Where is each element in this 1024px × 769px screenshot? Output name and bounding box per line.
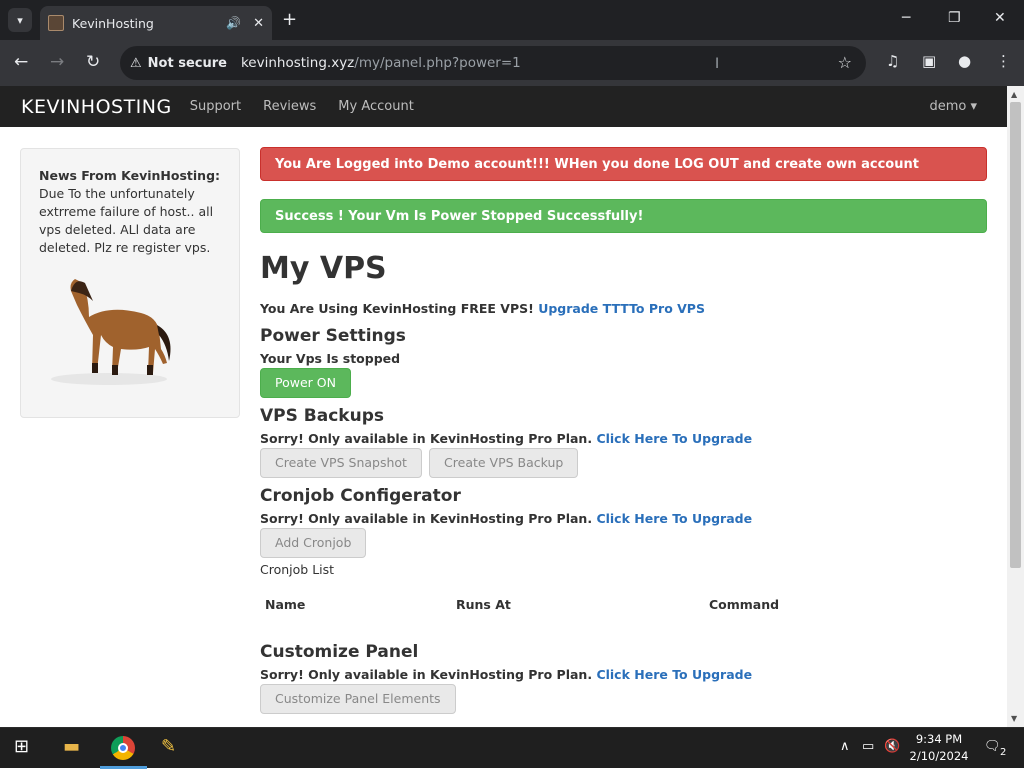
news-body: Due To the unfortunately extrreme failur… [39,186,214,255]
web-page: KEVINHOSTING Support Reviews My Account … [0,86,1007,727]
taskbar: ⊞ ▬ ✎ ∧ ▭ 🔇 9:34 PM 2/10/2024 🗨 2 [0,727,1024,769]
new-tab-icon[interactable]: + [282,9,297,30]
nav-reviews[interactable]: Reviews [263,99,316,114]
nav-my-account[interactable]: My Account [338,99,414,114]
cronjob-table: Name Runs At Command [260,589,987,620]
notification-count: 2 [1000,747,1007,758]
tray-overflow-icon[interactable]: ∧ [840,739,850,754]
warning-icon[interactable]: ⚠ [130,56,142,71]
success-alert: Success ! Your Vm Is Power Stopped Succe… [260,199,987,233]
customize-upgrade-notice: Sorry! Only available in KevinHosting Pr… [260,666,987,684]
sorry-text: Sorry! Only available in KevinHosting Pr… [260,431,593,446]
backups-upgrade-notice: Sorry! Only available in KevinHosting Pr… [260,430,987,448]
upgrade-link[interactable]: Click Here To Upgrade [596,431,752,446]
site-favicon-icon [48,15,64,31]
cron-upgrade-notice: Sorry! Only available in KevinHosting Pr… [260,510,987,528]
tab-title: KevinHosting [72,15,154,31]
news-panel: News From KevinHosting: Due To the unfor… [20,148,240,418]
address-bar[interactable]: ⚠ Not secure kevinhosting.xyz/my/panel.p… [120,46,866,80]
caret-down-icon: ▾ [970,99,977,114]
upgrade-link[interactable]: Click Here To Upgrade [596,511,752,526]
profile-icon[interactable]: ● [958,52,971,70]
text-cursor-icon: I [715,56,720,72]
url-text[interactable]: kevinhosting.xyz/my/panel.php?power=1 [241,55,521,71]
tab-search-button[interactable]: ▾ [8,8,32,32]
bookmark-star-icon[interactable]: ☆ [838,53,852,72]
forward-icon[interactable]: → [50,52,64,72]
media-controls-icon[interactable]: ♫ [886,52,899,70]
page-scrollbar[interactable]: ▲ ▼ [1007,86,1024,727]
user-dropdown[interactable]: demo ▾ [929,99,977,114]
side-panel-icon[interactable]: ▣ [922,52,936,70]
url-host: kevinhosting.xyz [240,55,355,71]
restore-icon[interactable]: ❐ [948,10,961,26]
url-path: /my/panel.php?power=1 [354,55,521,71]
back-icon[interactable]: ← [14,52,28,72]
clock-date: 2/10/2024 [909,749,969,763]
scrollbar-thumb[interactable] [1010,102,1021,568]
page-title: My VPS [260,251,387,286]
site-brand[interactable]: KEVINHOSTING [21,96,172,118]
power-on-button[interactable]: Power ON [260,368,351,398]
network-icon[interactable]: ▭ [862,739,874,754]
using-text: You Are Using KevinHosting FREE VPS! [260,301,534,316]
customize-panel-heading: Customize Panel [260,642,419,662]
upgrade-link[interactable]: Click Here To Upgrade [596,667,752,682]
nav-support[interactable]: Support [190,99,241,114]
close-tab-icon[interactable]: ✕ [253,16,264,31]
user-name: demo [929,99,967,114]
power-status: Your Vps Is stopped [260,351,401,366]
chat-app-icon[interactable]: ✎ [161,736,176,757]
windows-start-icon[interactable]: ⊞ [14,736,29,757]
speaker-icon[interactable]: 🔊 [226,16,241,30]
plan-info: You Are Using KevinHosting FREE VPS! Upg… [260,300,987,318]
column-header: Command [709,597,780,612]
cronjob-heading: Cronjob Configerator [260,486,461,506]
power-settings-heading: Power Settings [260,326,406,346]
column-header: Name [265,597,306,612]
sorry-text: Sorry! Only available in KevinHosting Pr… [260,667,593,682]
chrome-icon[interactable] [111,736,135,760]
menu-icon[interactable]: ⋮ [996,52,1011,70]
create-snapshot-button[interactable]: Create VPS Snapshot [260,448,422,478]
customize-panel-button[interactable]: Customize Panel Elements [260,684,456,714]
upgrade-pro-link[interactable]: Upgrade TTTTo Pro VPS [538,301,705,316]
column-header: Runs At [456,597,511,612]
browser-toolbar: ← → ↻ ⚠ Not secure kevinhosting.xyz/my/p… [0,40,1024,86]
sorry-text: Sorry! Only available in KevinHosting Pr… [260,511,593,526]
system-clock[interactable]: 9:34 PM 2/10/2024 [903,731,975,765]
table-header-row: Name Runs At Command [260,589,987,620]
news-heading: News From KevinHosting: [39,168,221,183]
volume-muted-icon[interactable]: 🔇 [884,739,900,754]
reload-icon[interactable]: ↻ [86,52,100,72]
notification-icon[interactable]: 🗨 [984,739,1001,754]
close-window-icon[interactable]: ✕ [994,10,1006,26]
add-cronjob-button[interactable]: Add Cronjob [260,528,367,558]
site-navbar: KEVINHOSTING Support Reviews My Account … [0,86,1007,127]
demo-account-alert: You Are Logged into Demo account!!! WHen… [260,147,987,181]
horse-image [51,279,171,385]
security-label[interactable]: Not secure [148,56,227,71]
create-backup-button[interactable]: Create VPS Backup [429,448,579,478]
cronjob-list-label: Cronjob List [260,562,335,577]
vps-backups-heading: VPS Backups [260,406,384,426]
file-explorer-icon[interactable]: ▬ [63,736,80,757]
main-content: You Are Logged into Demo account!!! WHen… [260,147,987,714]
clock-time: 9:34 PM [915,732,963,746]
scroll-up-icon[interactable]: ▲ [1011,90,1017,99]
browser-tab[interactable]: KevinHosting 🔊 ✕ [40,6,272,40]
minimize-icon[interactable]: ─ [902,10,910,26]
browser-tab-strip: ▾ KevinHosting 🔊 ✕ + ─ ❐ ✕ [0,0,1024,40]
scroll-down-icon[interactable]: ▼ [1011,714,1017,723]
